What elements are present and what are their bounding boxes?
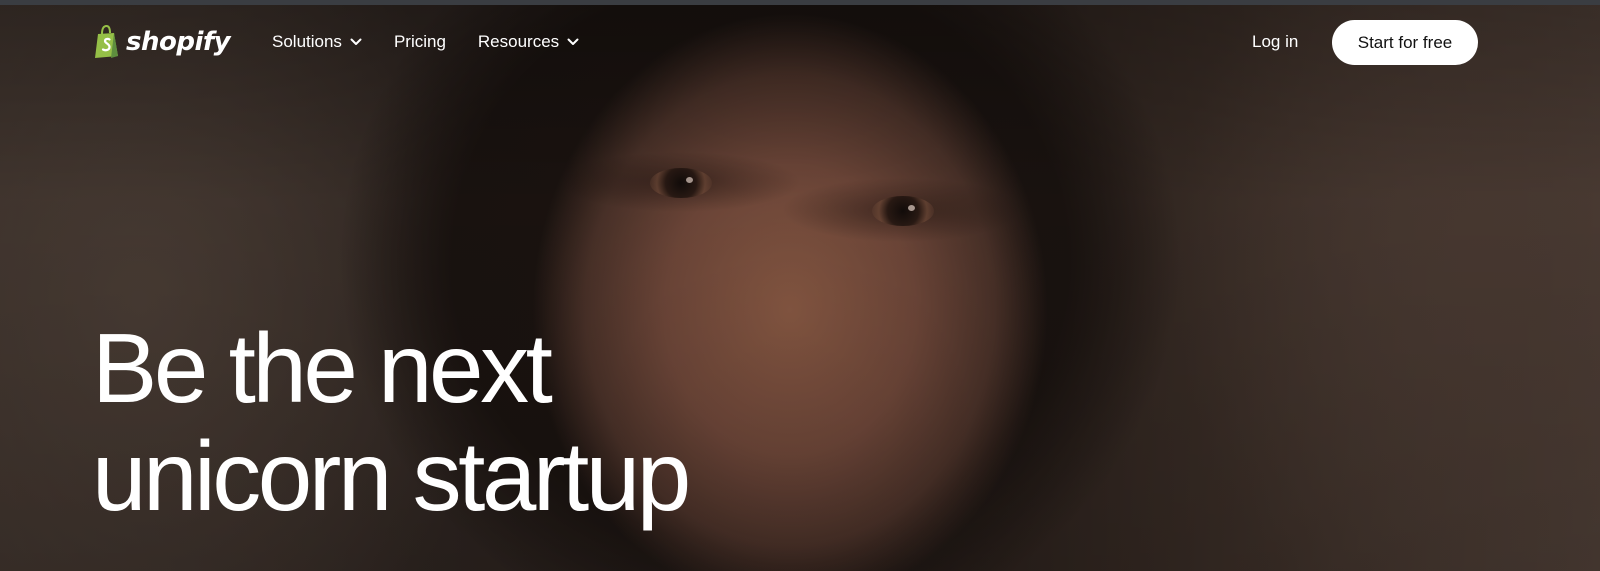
shopify-logo[interactable]: shopify (94, 25, 231, 59)
nav-item-pricing[interactable]: Pricing (394, 32, 446, 52)
headline-line-2: unicorn startup (92, 421, 691, 531)
shopping-bag-icon (95, 25, 118, 58)
nav-item-label: Pricing (393, 32, 446, 51)
headline-line-1: Be the next (92, 313, 553, 423)
logo-wordmark: shopify (126, 27, 231, 57)
hero-headline: Be the next unicorn startup (92, 314, 992, 530)
nav-item-solutions[interactable]: Solutions (272, 32, 362, 52)
landing-page: shopify Solutions Pricing Resources Log … (0, 0, 1600, 571)
login-link[interactable]: Log in (1252, 32, 1298, 52)
chevron-down-icon (567, 38, 579, 45)
top-navigation: shopify Solutions Pricing Resources Log … (0, 5, 1600, 81)
chevron-down-icon (350, 38, 362, 45)
nav-item-label: Solutions (272, 32, 342, 51)
nav-item-label: Resources (477, 32, 560, 51)
primary-nav: Solutions Pricing Resources (272, 32, 611, 52)
nav-item-resources[interactable]: Resources (478, 32, 579, 52)
start-for-free-button[interactable]: Start for free (1332, 20, 1478, 65)
